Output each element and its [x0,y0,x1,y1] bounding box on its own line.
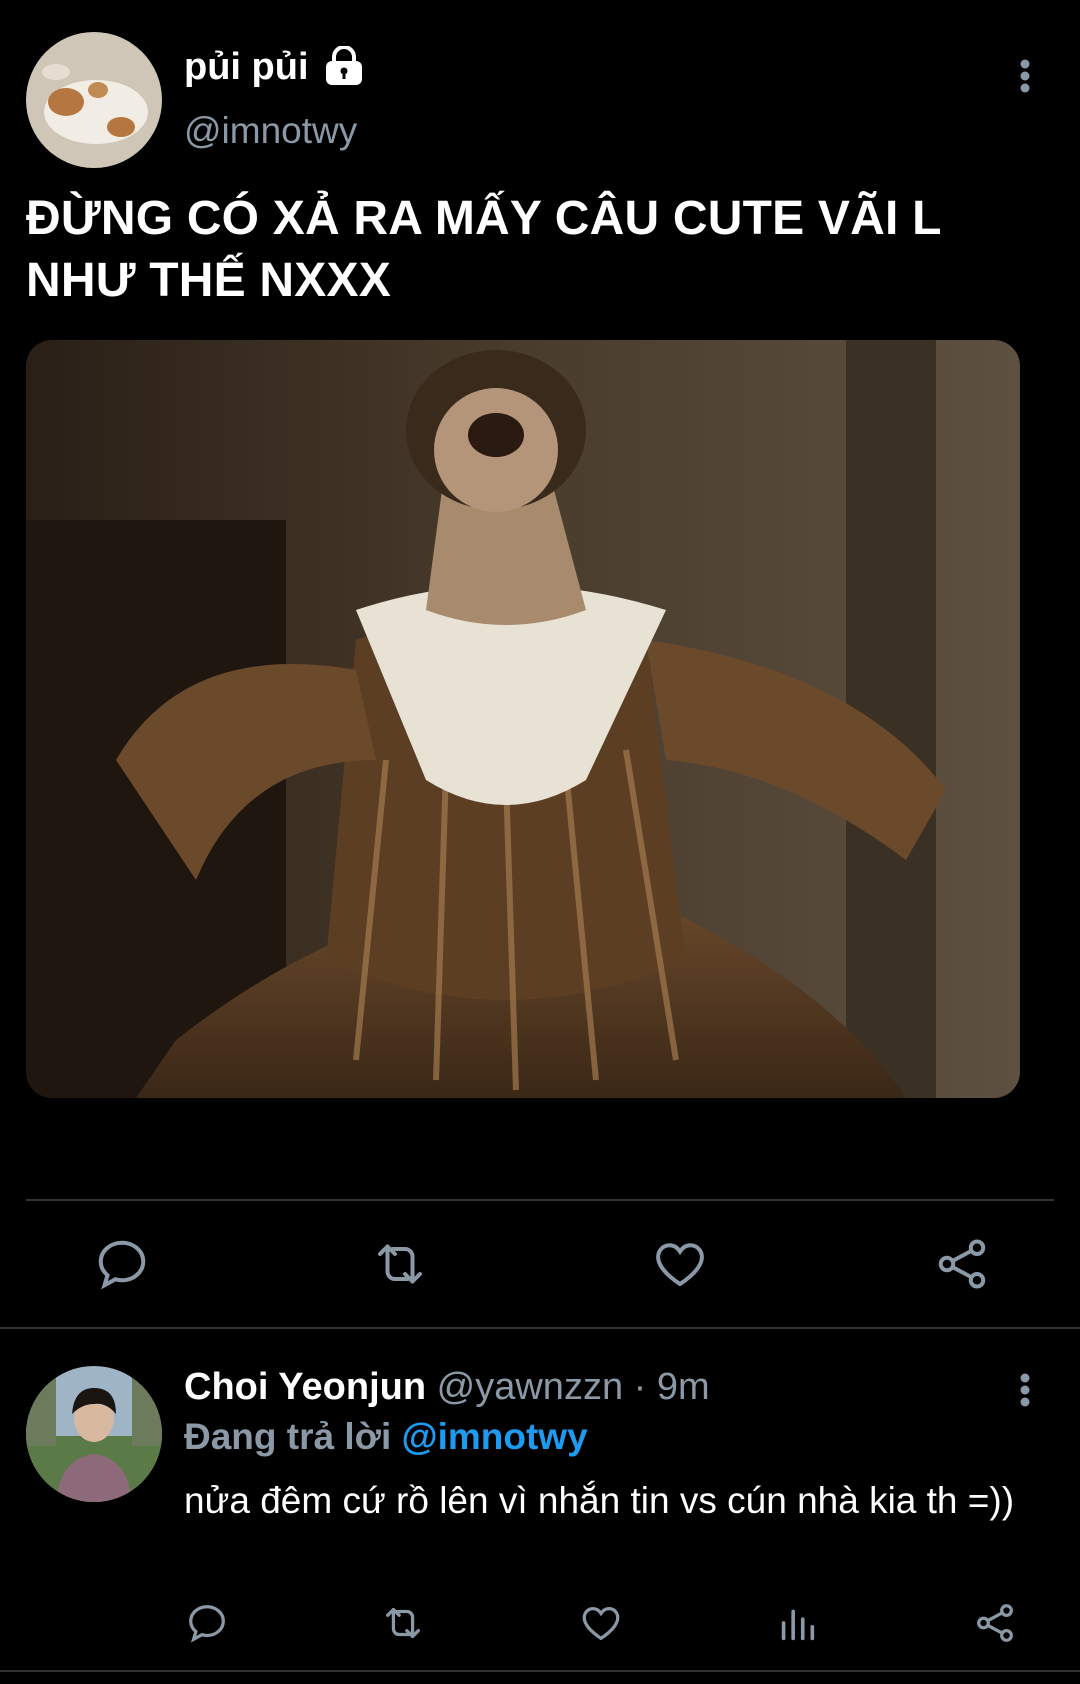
divider [26,1199,1054,1201]
replying-to-handle[interactable]: @imnotwy [402,1416,588,1457]
reply-icon[interactable] [184,1600,230,1646]
reply-author-display-name[interactable]: Choi Yeonjun [184,1366,426,1408]
more-options-icon[interactable] [1010,1368,1040,1412]
replying-to-label: Đang trả lời [184,1416,392,1457]
analytics-icon[interactable] [774,1600,820,1646]
author-avatar[interactable] [26,32,162,168]
reply-author-handle[interactable]: @yawnzzn [437,1366,623,1408]
like-icon[interactable] [578,1600,624,1646]
reply-header: Choi Yeonjun @yawnzzn · 9m [184,1366,710,1409]
lock-icon [322,45,366,86]
divider [0,1670,1080,1672]
tweet-text: ĐỪNG CÓ XẢ RA MẤY CÂU CUTE VÃI L NHƯ THẾ… [26,192,941,307]
reply-timestamp[interactable]: 9m [657,1366,710,1408]
retweet-icon[interactable] [380,1600,426,1646]
share-icon[interactable] [932,1234,992,1294]
share-icon[interactable] [972,1600,1018,1646]
more-options-icon[interactable] [1010,54,1040,98]
reply-icon[interactable] [92,1234,152,1294]
separator-dot: · [633,1366,647,1408]
reply-text: nửa đêm cứ rồ lên vì nhắn tin vs cún nhà… [184,1480,1015,1521]
reply-author-avatar[interactable] [26,1366,162,1502]
replying-to-line: Đang trả lời @imnotwy [184,1416,588,1458]
author-display-name[interactable]: pủi pủi [184,46,309,89]
retweet-icon[interactable] [370,1234,430,1294]
like-icon[interactable] [650,1234,710,1294]
divider [0,1327,1080,1329]
author-handle[interactable]: @imnotwy [184,110,357,152]
tweet-media-image[interactable] [26,340,1020,1098]
